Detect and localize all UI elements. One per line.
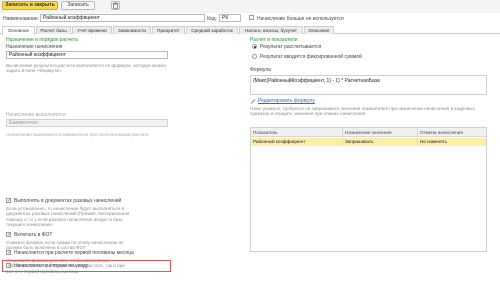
- vacation-checkbox[interactable]: ✓: [6, 263, 11, 269]
- formula-field[interactable]: (Макс(РайонныйКоэффициент, 1) - 1) * Рас…: [250, 75, 487, 95]
- tab-description[interactable]: Описание: [304, 26, 334, 34]
- half-month-label: Начисляется при расчете первой половины …: [14, 250, 134, 256]
- oneoff-label: Выполнять в документах разовых начислени…: [14, 198, 122, 204]
- name-input[interactable]: Районный коэффициент: [40, 14, 205, 22]
- edit-formula-link[interactable]: Редактировать формулу: [258, 98, 315, 104]
- radio-formula[interactable]: [252, 44, 257, 49]
- exec-label: Начисление выполняется: [6, 112, 66, 118]
- unused-label: Начисление больше не используется: [257, 16, 344, 22]
- radio-formula-label: Результат рассчитывается: [260, 44, 322, 50]
- code-input[interactable]: РК: [219, 14, 241, 22]
- tab-bar: Основное Расчет базы Учет времени Зависи…: [0, 26, 500, 35]
- tab-priority[interactable]: Приоритет: [152, 26, 185, 34]
- tab-dependencies[interactable]: Зависимости: [113, 26, 151, 34]
- tab-taxes[interactable]: Налоги, взносы, бухучет: [239, 26, 303, 34]
- pencil-icon: [250, 98, 256, 106]
- radio-fixed[interactable]: [252, 54, 257, 59]
- radio-fixed-label: Результат вводится фиксированной суммой: [260, 54, 362, 60]
- indicators-table: Показатель Назначение значения Отмена на…: [250, 127, 487, 252]
- vacation-label: Начисляется в отпуске по уходу: [14, 263, 89, 269]
- column-header-indicator[interactable]: Показатель: [251, 128, 343, 137]
- save-and-close-button[interactable]: Записать и закрыть: [2, 1, 58, 10]
- column-header-assign[interactable]: Назначение значения: [343, 128, 418, 137]
- tab-main[interactable]: Основное: [2, 26, 35, 35]
- formula-label: Формула: [250, 67, 271, 73]
- fot-checkbox[interactable]: ✓: [6, 232, 11, 238]
- cell-indicator[interactable]: Районный коэффициент: [251, 138, 343, 146]
- table-row[interactable]: Районный коэффициент Запрашивать Не изме…: [251, 138, 486, 146]
- exec-select: Ежемесячно: [6, 119, 168, 127]
- purpose-select[interactable]: Районный коэффициент: [6, 51, 168, 59]
- exec-note: Начисление выполняется ежемесячно при ок…: [6, 132, 149, 137]
- code-label: Код:: [207, 16, 217, 22]
- tab-time-accounting[interactable]: Учет времени: [72, 26, 112, 34]
- half-month-checkbox[interactable]: ✓: [6, 250, 11, 256]
- right-section-title: Расчет и показатели: [250, 37, 298, 43]
- trash-icon: [112, 2, 119, 9]
- toolbar: Записать и закрыть Записать: [0, 0, 500, 13]
- oneoff-note: Если установлено, то начисление будет вы…: [6, 206, 130, 228]
- delete-button[interactable]: [111, 1, 120, 10]
- column-header-cancel[interactable]: Отмена начисления: [418, 128, 486, 137]
- purpose-label: Назначение начисления: [6, 44, 63, 50]
- oneoff-checkbox[interactable]: ✓: [6, 198, 11, 204]
- tab-base-calc[interactable]: Расчет базы: [36, 26, 71, 34]
- left-section-title: Назначение и порядок расчета: [6, 37, 78, 43]
- grid-note: Ниже укажите, требуется ли запрашивать з…: [250, 106, 475, 117]
- name-label: Наименование:: [3, 16, 40, 22]
- cell-cancel[interactable]: Не изменять: [418, 138, 486, 146]
- cell-assign[interactable]: Запрашивать: [343, 138, 418, 146]
- purpose-note: Вычисление результата расчета выполняетс…: [6, 63, 166, 74]
- fot-label: Включать в ФОТ: [14, 232, 53, 238]
- save-button[interactable]: Записать: [61, 1, 95, 10]
- unused-checkbox[interactable]: [249, 15, 254, 20]
- table-header: Показатель Назначение значения Отмена на…: [251, 128, 486, 137]
- tab-average-earnings[interactable]: Средний заработок: [186, 26, 238, 34]
- name-row: Наименование: Районный коэффициент Код: …: [0, 13, 500, 25]
